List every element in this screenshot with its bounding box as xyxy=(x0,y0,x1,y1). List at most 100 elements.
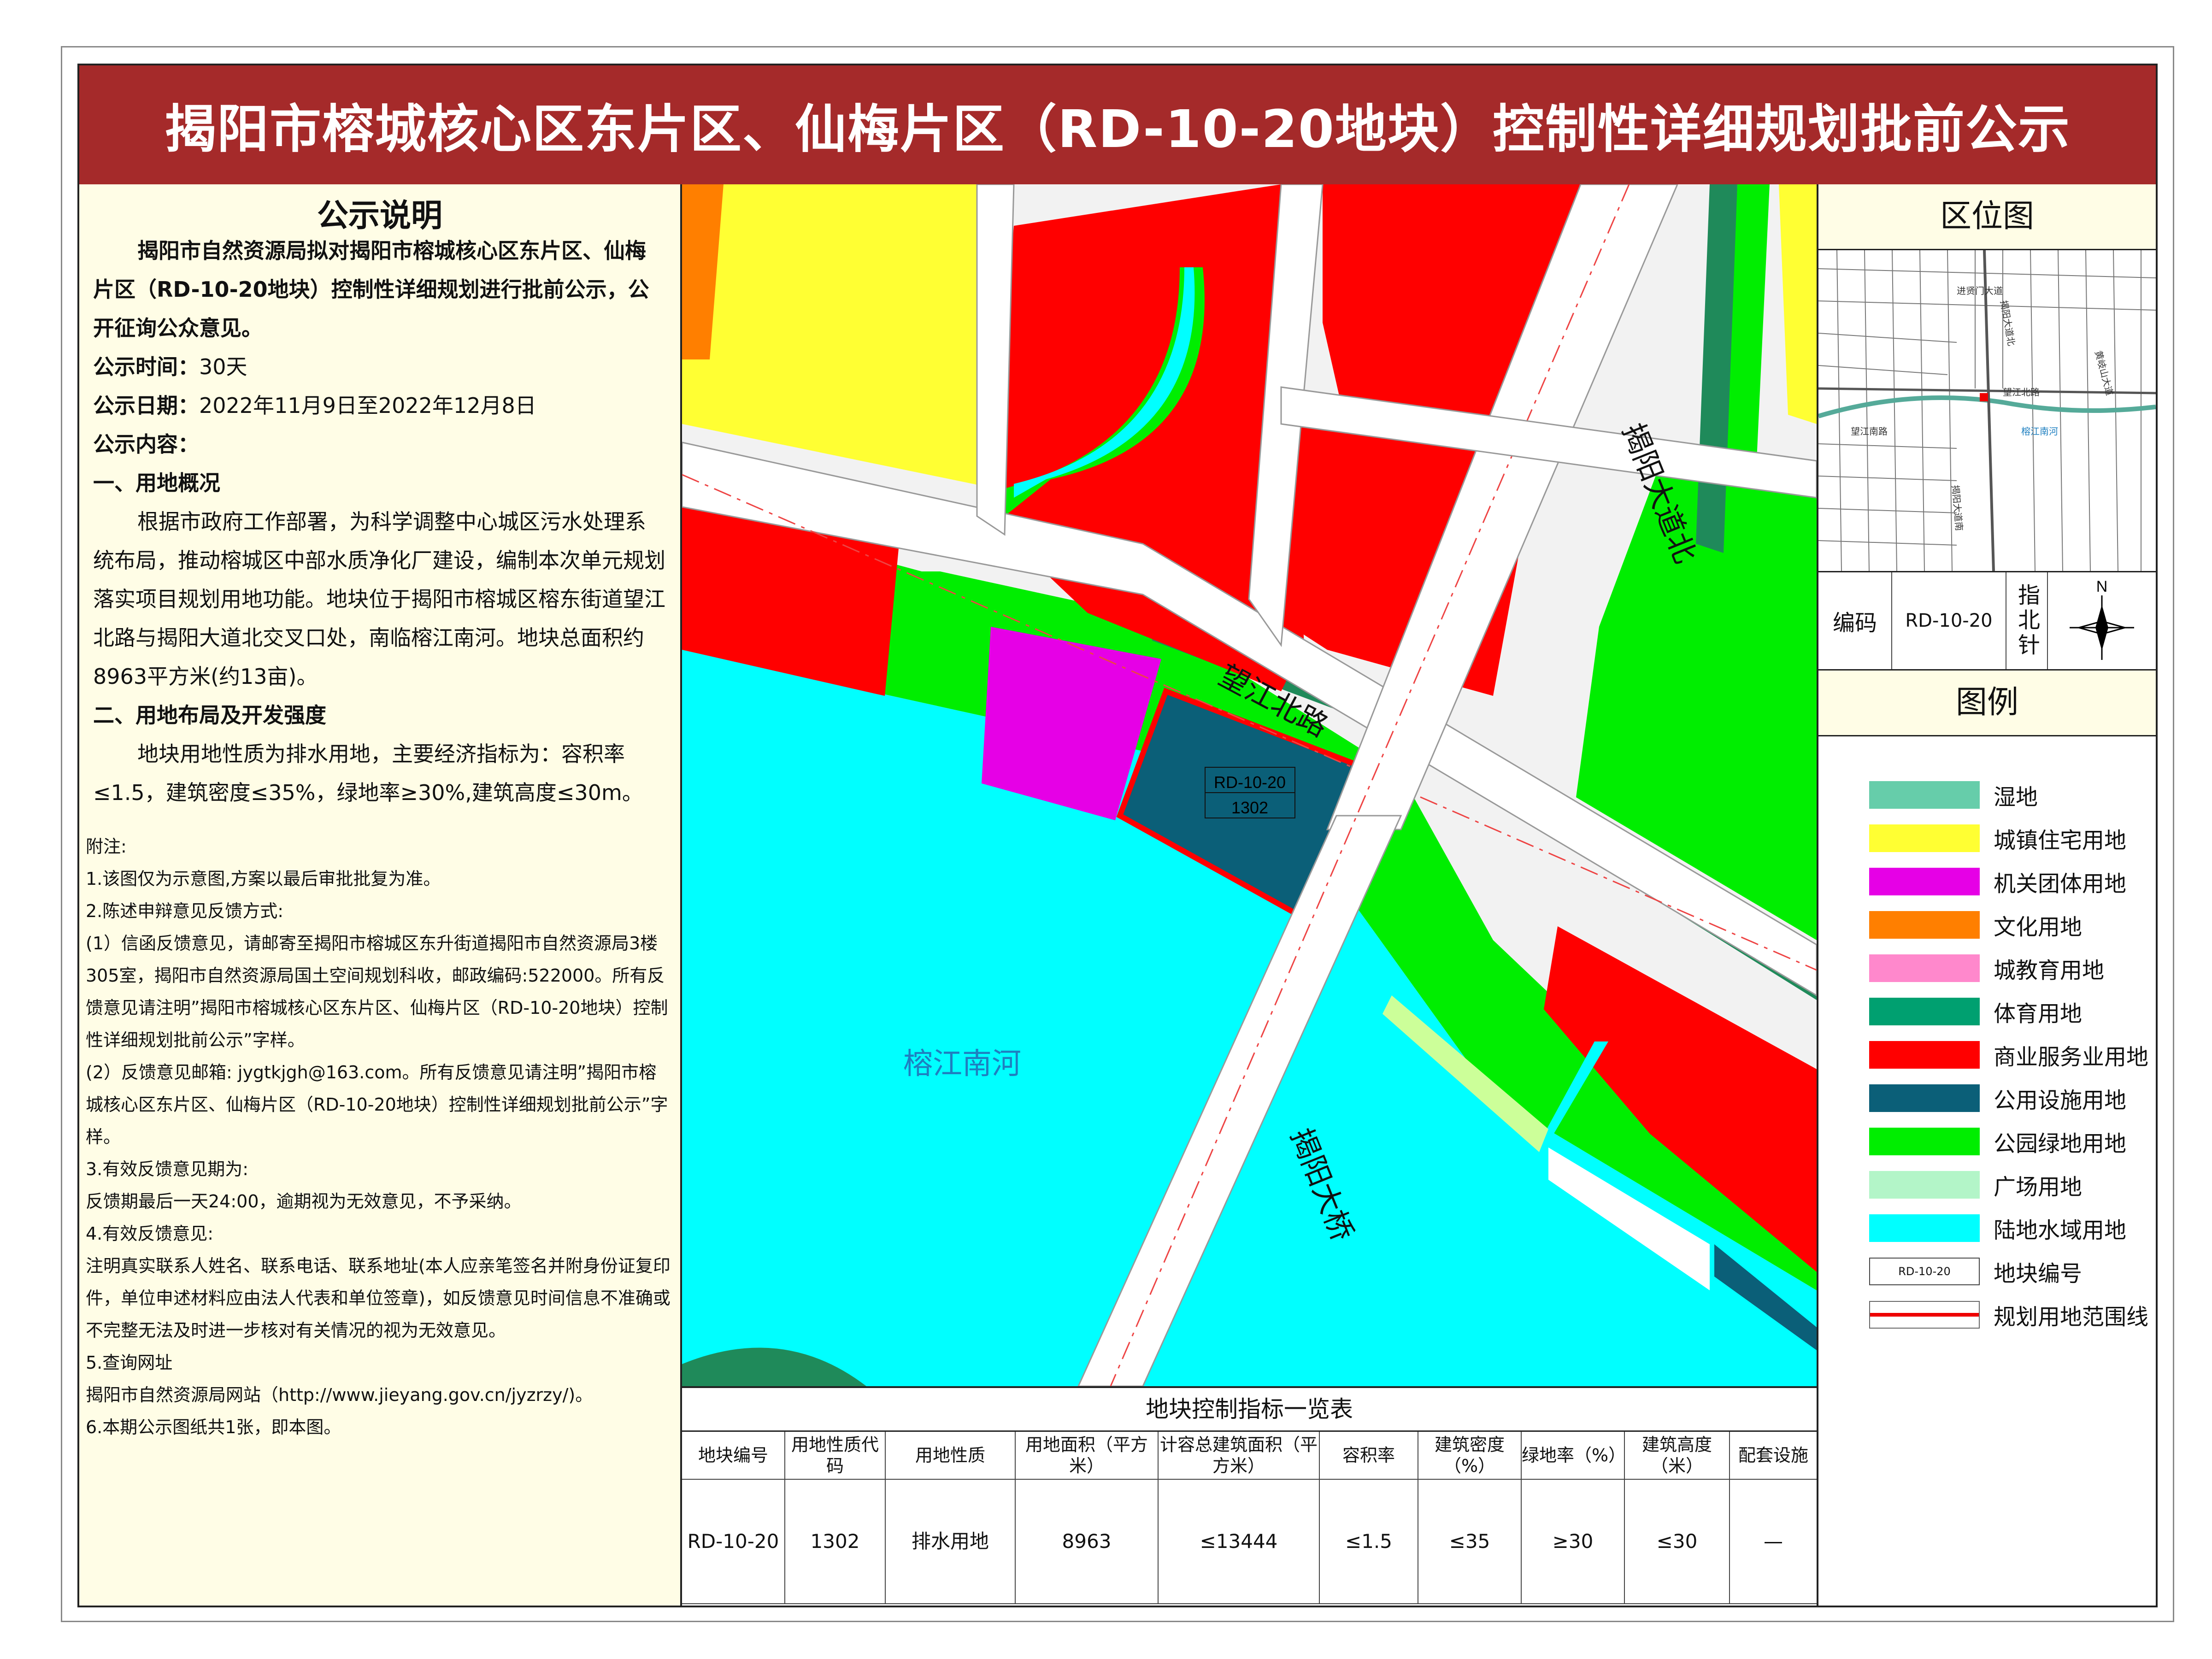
right-panel: 区位图 进贤门大道 揭阳大道北 望江北路 望江南路 榕江南河 揭阳大道南 黄岐山… xyxy=(1817,184,2156,1606)
notice-content-label: 公示内容： xyxy=(93,432,199,457)
notes-heading: 附注: xyxy=(86,836,127,857)
table-cell: 8963 xyxy=(1016,1480,1159,1604)
code-label: 编码 xyxy=(1818,572,1892,669)
table-header: 建筑高度（米） xyxy=(1625,1432,1730,1480)
legend-code-swatch: RD-10-20 xyxy=(1869,1258,1980,1285)
table-header: 计容总建筑面积（平方米） xyxy=(1159,1432,1320,1480)
legend-item: 公用设施用地 xyxy=(1818,1077,2156,1120)
legend-label: 地块编号 xyxy=(1994,1261,2083,1287)
legend-item: 商业服务业用地 xyxy=(1818,1033,2156,1077)
table-cell: — xyxy=(1730,1480,1817,1604)
note-item: 5.查询网址 xyxy=(86,1353,173,1373)
legend-line-swatch xyxy=(1869,1301,1980,1329)
north-label: 指北针 xyxy=(2006,572,2048,669)
note-item: 1.该图仅为示意图,方案以最后审批批复为准。 xyxy=(86,869,441,889)
table-cell: ≤1.5 xyxy=(1320,1480,1418,1604)
legend-item: 广场用地 xyxy=(1818,1163,2156,1206)
legend-label: 规划用地范围线 xyxy=(1994,1304,2149,1330)
notice-time: 公示时间：30天 xyxy=(93,347,666,386)
legend-label: 湿地 xyxy=(1994,784,2038,810)
legend-heading: 图例 xyxy=(1818,671,2156,736)
legend-swatch xyxy=(1869,911,1980,939)
table-cell: ≤30 xyxy=(1625,1480,1730,1604)
parcel-code-label: RD-10-20 xyxy=(1214,773,1286,792)
planning-map: RD-10-20 1302 望江北路 揭阳大道北 揭阳大桥 榕江南河 xyxy=(682,184,1817,1386)
table-header: 绿地率（%） xyxy=(1522,1432,1626,1480)
location-heading: 区位图 xyxy=(1818,184,2156,250)
legend-label: 城教育用地 xyxy=(1994,958,2105,983)
note-item: 反馈期最后一天24:00，逾期视为无效意见，不予采纳。 xyxy=(86,1191,522,1212)
river-label: 榕江南河 xyxy=(903,1047,1021,1080)
location-label: 榕江南河 xyxy=(2021,426,2058,437)
note-item: 3.有效反馈意见期为: xyxy=(86,1159,249,1179)
notice-date: 公示日期：2022年11月9日至2022年12月8日 xyxy=(93,386,666,425)
table-cell: ≥30 xyxy=(1522,1480,1625,1604)
table-header: 用地性质代码 xyxy=(785,1432,886,1480)
table-header: 地块编号 xyxy=(682,1432,785,1480)
notice-date-label: 公示日期： xyxy=(93,393,199,418)
notice-body: 揭阳市自然资源局拟对揭阳市榕城核心区东片区、仙梅片区（RD-10-20地块）控制… xyxy=(79,231,680,812)
legend-label: 城镇住宅用地 xyxy=(1994,828,2127,853)
table-header: 建筑密度（%） xyxy=(1418,1432,1522,1480)
north-arrow: N xyxy=(2048,572,2156,669)
indicator-table: 地块控制指标一览表 地块编号 用地性质代码 用地性质 用地面积（平方米） 计容总… xyxy=(682,1386,1817,1606)
legend-swatch xyxy=(1869,1214,1980,1242)
table-cell: 1302 xyxy=(785,1480,886,1604)
note-item: 揭阳市自然资源局网站（http://www.jieyang.gov.cn/jyz… xyxy=(86,1385,593,1405)
legend-label: 陆地水域用地 xyxy=(1994,1218,2127,1243)
code-row: 编码 RD-10-20 指北针 N xyxy=(1818,572,2156,671)
legend-label: 体育用地 xyxy=(1994,1001,2083,1027)
legend-item: 体育用地 xyxy=(1818,990,2156,1033)
note-item: (1）信函反馈意见，请邮寄至揭阳市榕城区东升街道揭阳市自然资源局3楼305室，揭… xyxy=(86,933,668,1050)
legend-item: RD-10-20 地块编号 xyxy=(1818,1250,2156,1293)
legend-item: 机关团体用地 xyxy=(1818,860,2156,903)
planning-map-svg: RD-10-20 1302 望江北路 揭阳大道北 揭阳大桥 榕江南河 xyxy=(682,184,1817,1386)
legend-swatch xyxy=(1869,824,1980,852)
code-value: RD-10-20 xyxy=(1892,572,2006,669)
table-cell: ≤35 xyxy=(1418,1480,1522,1604)
legend-item: 湿地 xyxy=(1818,773,2156,817)
note-item: 2.陈述申辩意见反馈方式: xyxy=(86,901,284,921)
legend-swatch xyxy=(1869,1041,1980,1069)
table-cell: 排水用地 xyxy=(886,1480,1016,1604)
table-title: 地块控制指标一览表 xyxy=(682,1388,1817,1432)
notice-time-value: 30天 xyxy=(199,354,247,379)
legend-label: 公用设施用地 xyxy=(1994,1088,2127,1113)
legend-item: 陆地水域用地 xyxy=(1818,1206,2156,1250)
legend-swatch xyxy=(1869,1171,1980,1199)
location-label: 望江北路 xyxy=(2003,387,2040,398)
table-header: 用地面积（平方米） xyxy=(1016,1432,1159,1480)
note-item: 4.有效反馈意见: xyxy=(86,1224,214,1244)
location-label: 望江南路 xyxy=(1851,426,1888,437)
legend-item: 文化用地 xyxy=(1818,903,2156,947)
legend-label: 机关团体用地 xyxy=(1994,871,2127,897)
legend-swatch xyxy=(1869,1084,1980,1112)
location-map-svg: 进贤门大道 揭阳大道北 望江北路 望江南路 榕江南河 揭阳大道南 黄岐山大道 xyxy=(1818,250,2156,571)
section1-text: 根据市政府工作部署，为科学调整中心城区污水处理系统布局，推动榕城区中部水质净化厂… xyxy=(93,509,665,689)
legend-swatch xyxy=(1869,781,1980,809)
table-header: 配套设施 xyxy=(1730,1432,1817,1480)
legend-swatch xyxy=(1869,998,1980,1025)
legend: 湿地 城镇住宅用地 机关团体用地 文化用地 城教育用地 体育用地 商业服务业用地… xyxy=(1818,736,2156,1336)
location-marker xyxy=(1980,393,1988,401)
section2-text: 地块用地性质为排水用地，主要经济指标为：容积率≤1.5，建筑密度≤35%，绿地率… xyxy=(93,741,643,805)
north-arrow-icon: N xyxy=(2070,578,2134,660)
notice-heading: 公示说明 xyxy=(317,198,442,234)
parcel-use-code-label: 1302 xyxy=(1231,798,1268,817)
section1-title: 一、用地概况 xyxy=(93,471,220,495)
north-letter: N xyxy=(2096,578,2108,595)
table-cell: ≤13444 xyxy=(1159,1480,1320,1604)
legend-swatch xyxy=(1869,868,1980,895)
legend-label: 文化用地 xyxy=(1994,914,2083,940)
legend-label: 广场用地 xyxy=(1994,1174,2083,1200)
notice-time-label: 公示时间： xyxy=(93,354,199,379)
location-map: 进贤门大道 揭阳大道北 望江北路 望江南路 榕江南河 揭阳大道南 黄岐山大道 xyxy=(1818,250,2156,572)
table-grid: 地块编号 用地性质代码 用地性质 用地面积（平方米） 计容总建筑面积（平方米） … xyxy=(682,1432,1817,1604)
legend-label: 公园绿地用地 xyxy=(1994,1131,2127,1157)
notice-panel: 公示说明 揭阳市自然资源局拟对揭阳市榕城核心区东片区、仙梅片区（RD-10-20… xyxy=(79,184,682,1606)
note-item: 注明真实联系人姓名、联系电话、联系地址(本人应亲笔签名并附身份证复印件，单位申述… xyxy=(86,1256,671,1341)
legend-swatch xyxy=(1869,1128,1980,1155)
notice-date-value: 2022年11月9日至2022年12月8日 xyxy=(199,393,536,418)
legend-item: 规划用地范围线 xyxy=(1818,1293,2156,1336)
table-header: 用地性质 xyxy=(886,1432,1016,1480)
